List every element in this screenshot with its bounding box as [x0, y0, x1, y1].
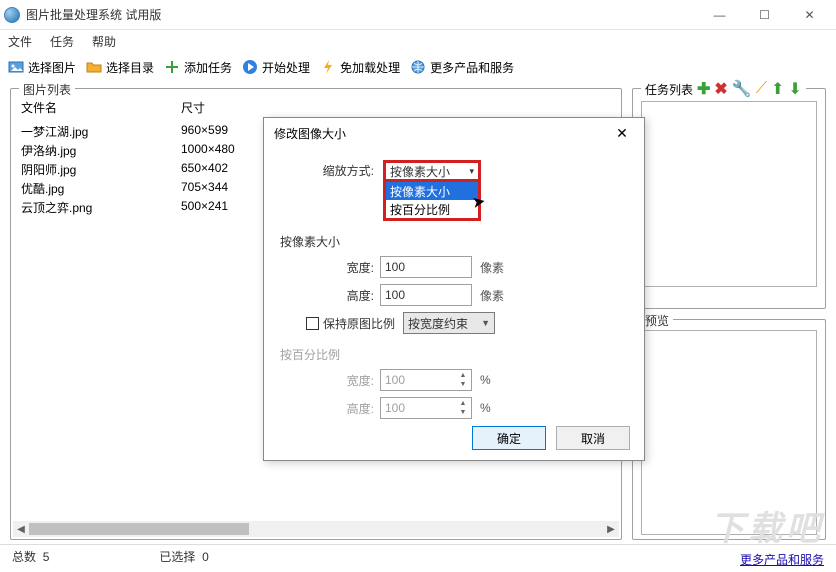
keep-ratio-checkbox[interactable]	[306, 317, 319, 330]
keep-ratio-label: 保持原图比例	[323, 315, 395, 332]
preview-panel: 预览	[632, 319, 826, 540]
task-wand-icon[interactable]: ⟋	[756, 80, 767, 98]
scroll-thumb[interactable]	[29, 523, 249, 535]
scale-method-combo[interactable]: 按像素大小 ▾ 按像素大小 按百分比例	[383, 160, 481, 221]
more-products-button[interactable]: 更多产品和服务	[410, 59, 514, 76]
preview-box	[641, 330, 817, 535]
width-input[interactable]: 100	[380, 256, 472, 278]
pct-height-label: 高度:	[280, 400, 380, 417]
add-task-label: 添加任务	[184, 59, 232, 76]
horizontal-scrollbar[interactable]: ◀ ▶	[13, 521, 619, 537]
maximize-button[interactable]: ☐	[742, 1, 787, 29]
scale-method-label: 缩放方式:	[280, 162, 380, 179]
scroll-right-icon[interactable]: ▶	[603, 521, 619, 537]
chevron-down-icon: ▼	[481, 318, 490, 328]
task-config-icon[interactable]: 🔧	[732, 79, 752, 99]
height-label: 高度:	[280, 287, 380, 304]
status-total: 总数 5	[12, 548, 49, 565]
free-plugin-button[interactable]: 免加载处理	[320, 59, 400, 76]
pct-height-input: 100▲▼	[380, 397, 472, 419]
scale-option-pixel[interactable]: 按像素大小	[386, 182, 478, 200]
play-icon	[242, 59, 258, 75]
pct-width-label: 宽度:	[280, 372, 380, 389]
height-input[interactable]: 100	[380, 284, 472, 306]
right-column: 任务列表 ✚ ✖ 🔧 ⟋ ⬆ ⬇ 预览	[632, 88, 826, 540]
start-label: 开始处理	[262, 59, 310, 76]
menu-file[interactable]: 文件	[8, 33, 32, 50]
spinner-down-icon: ▼	[456, 380, 470, 389]
dialog-titlebar[interactable]: 修改图像大小 ✕	[264, 118, 644, 148]
start-button[interactable]: 开始处理	[242, 59, 310, 76]
file-list-title: 图片列表	[19, 81, 75, 98]
globe-icon	[410, 59, 426, 75]
select-image-label: 选择图片	[28, 59, 76, 76]
width-unit: 像素	[480, 259, 504, 276]
window-title: 图片批量处理系统 试用版	[26, 6, 697, 23]
spinner-up-icon: ▲	[456, 371, 470, 380]
task-add-icon[interactable]: ✚	[697, 79, 710, 99]
col-size[interactable]: 尺寸	[181, 99, 205, 116]
task-down-icon[interactable]: ⬇	[788, 79, 801, 99]
task-list-title: 任务列表	[645, 81, 693, 98]
spinner-up-icon: ▲	[456, 399, 470, 408]
percent-section-title: 按百分比例	[280, 346, 628, 363]
minimize-button[interactable]: —	[697, 1, 742, 29]
main-toolbar: 选择图片 选择目录 添加任务 开始处理 免加载处理 更多产品和服务	[0, 52, 836, 82]
menu-help[interactable]: 帮助	[92, 33, 116, 50]
cancel-button[interactable]: 取消	[556, 426, 630, 450]
task-delete-icon[interactable]: ✖	[714, 79, 727, 99]
select-dir-label: 选择目录	[106, 59, 154, 76]
menu-task[interactable]: 任务	[50, 33, 74, 50]
add-task-button[interactable]: 添加任务	[164, 59, 232, 76]
task-list-panel: 任务列表 ✚ ✖ 🔧 ⟋ ⬆ ⬇	[632, 88, 826, 309]
status-selected: 已选择 0	[159, 548, 208, 565]
menu-bar: 文件 任务 帮助	[0, 30, 836, 52]
task-list-box[interactable]	[641, 101, 817, 287]
spinner-down-icon: ▼	[456, 408, 470, 417]
window-titlebar: 图片批量处理系统 试用版 — ☐ ✕	[0, 0, 836, 30]
select-dir-button[interactable]: 选择目录	[86, 59, 154, 76]
pct-height-unit: %	[480, 401, 491, 415]
scale-option-percent[interactable]: 按百分比例	[386, 200, 478, 218]
scroll-left-icon[interactable]: ◀	[13, 521, 29, 537]
app-icon	[4, 7, 20, 23]
scale-method-selected[interactable]: 按像素大小 ▾	[383, 160, 481, 182]
select-image-button[interactable]: 选择图片	[8, 59, 76, 76]
free-plugin-label: 免加载处理	[340, 59, 400, 76]
pct-width-unit: %	[480, 373, 491, 387]
more-products-label: 更多产品和服务	[430, 59, 514, 76]
dialog-close-button[interactable]: ✕	[610, 125, 634, 142]
pct-width-input: 100▲▼	[380, 369, 472, 391]
footer-more-link[interactable]: 更多产品和服务	[740, 551, 824, 568]
width-label: 宽度:	[280, 259, 380, 276]
task-up-icon[interactable]: ⬆	[771, 79, 784, 99]
dialog-title: 修改图像大小	[274, 125, 610, 142]
preview-title: 预览	[641, 312, 673, 329]
folder-icon	[86, 59, 102, 75]
chevron-down-icon: ▾	[469, 166, 474, 177]
plus-icon	[164, 59, 180, 75]
scale-method-dropdown: 按像素大小 按百分比例	[383, 182, 481, 221]
status-bar: 总数 5 已选择 0	[0, 544, 836, 568]
ratio-mode-combo[interactable]: 按宽度约束 ▼	[403, 312, 495, 334]
col-filename[interactable]: 文件名	[21, 99, 181, 116]
pixel-section-title: 按像素大小	[280, 233, 628, 250]
image-icon	[8, 59, 24, 75]
close-button[interactable]: ✕	[787, 1, 832, 29]
ok-button[interactable]: 确定	[472, 426, 546, 450]
bolt-icon	[320, 59, 336, 75]
height-unit: 像素	[480, 287, 504, 304]
